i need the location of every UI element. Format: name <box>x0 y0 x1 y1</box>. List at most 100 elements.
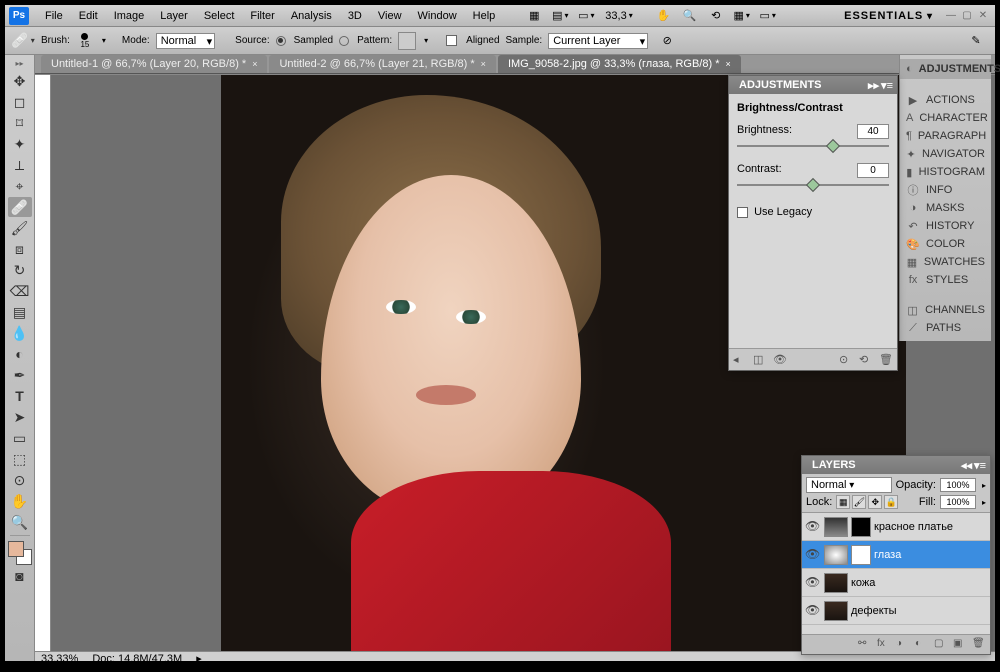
brightness-value[interactable]: 40 <box>857 124 889 139</box>
panel-info[interactable]: ⓘINFO <box>900 181 991 199</box>
workspace-switcher[interactable]: ESSENTIALS ▾ <box>834 8 943 24</box>
launch-bridge-icon[interactable]: ▦ <box>522 7 546 25</box>
panel-masks[interactable]: ◑MASKS <box>900 199 991 217</box>
fill-value[interactable]: 100% <box>940 495 976 509</box>
move-tool[interactable]: ✥ <box>8 71 32 91</box>
brightness-slider[interactable] <box>737 145 889 147</box>
mask-icon[interactable]: ◑ <box>896 638 910 652</box>
layer-mask[interactable] <box>851 545 871 565</box>
history-brush-tool[interactable]: ↻ <box>8 260 32 280</box>
doc-tab-3[interactable]: IMG_9058-2.jpg @ 33,3% (глаза, RGB/8) *× <box>498 55 741 73</box>
path-select-tool[interactable]: ➤ <box>8 407 32 427</box>
layer-row[interactable]: 👁 дефекты <box>802 597 990 625</box>
panel-adjustments-head[interactable]: ◐ADJUSTMENTS <box>900 59 991 79</box>
collapse-icon[interactable]: ▸▸ <box>868 79 879 92</box>
dodge-tool[interactable]: ◐ <box>8 344 32 364</box>
menu-select[interactable]: Select <box>196 7 243 25</box>
close-button[interactable]: ✕ <box>976 10 990 22</box>
menu-file[interactable]: File <box>37 7 71 25</box>
return-icon[interactable]: ◂ <box>733 353 747 367</box>
panel-history[interactable]: ↶HISTORY <box>900 217 991 235</box>
3d-camera-tool[interactable]: ⊙ <box>8 470 32 490</box>
gradient-tool[interactable]: ▤ <box>8 302 32 322</box>
lock-position-icon[interactable]: ✥ <box>868 495 882 509</box>
menu-image[interactable]: Image <box>106 7 153 25</box>
close-icon[interactable]: × <box>725 59 730 69</box>
panel-swatches[interactable]: ▦SWATCHES <box>900 253 991 271</box>
clip-icon[interactable]: ◫ <box>753 353 767 367</box>
trash-icon[interactable]: 🗑 <box>879 353 893 367</box>
blur-tool[interactable]: 💧 <box>8 323 32 343</box>
doc-tab-1[interactable]: Untitled-1 @ 66,7% (Layer 20, RGB/8) *× <box>41 55 267 73</box>
hand-tool[interactable]: ✋ <box>8 491 32 511</box>
quick-mask-icon[interactable]: ◙ <box>8 566 32 586</box>
layer-name[interactable]: дефекты <box>851 605 897 617</box>
status-zoom[interactable]: 33,33% <box>41 653 78 662</box>
prev-state-icon[interactable]: ⊙ <box>839 353 853 367</box>
fx-icon[interactable]: fx <box>877 638 891 652</box>
layer-name[interactable]: глаза <box>874 549 901 561</box>
foreground-color[interactable] <box>8 541 24 557</box>
menu-filter[interactable]: Filter <box>242 7 282 25</box>
layers-titlebar[interactable]: LAYERS ◂◂▾≡ <box>802 456 990 474</box>
lock-all-icon[interactable]: 🔒 <box>884 495 898 509</box>
brush-tool[interactable]: 🖌 <box>8 218 32 238</box>
panel-channels[interactable]: ◫CHANNELS <box>900 301 991 319</box>
collapse-icon[interactable]: ◂◂ <box>961 459 972 472</box>
screen-mode-icon[interactable]: ▭▾ <box>574 7 598 25</box>
current-tool-icon[interactable]: 🩹▾ <box>11 31 35 51</box>
panel-paths[interactable]: ⟋PATHS <box>900 319 991 337</box>
trash-icon[interactable]: 🗑 <box>972 638 986 652</box>
panel-character[interactable]: ACHARACTER <box>900 109 991 127</box>
pattern-radio[interactable] <box>339 36 349 46</box>
layer-row[interactable]: 👁 кожа <box>802 569 990 597</box>
zoom-tool-icon[interactable]: 🔍 <box>678 7 702 25</box>
reset-icon[interactable]: ⟲ <box>859 353 873 367</box>
sample-select[interactable]: Current Layer▾ <box>548 33 648 49</box>
status-arrow-icon[interactable]: ▸ <box>196 652 202 661</box>
color-swatches[interactable] <box>8 541 32 565</box>
brush-preset[interactable]: 15 <box>76 32 94 50</box>
layer-name[interactable]: красное платье <box>874 521 953 533</box>
menu-analysis[interactable]: Analysis <box>283 7 340 25</box>
adjustments-titlebar[interactable]: ADJUSTMENTS ▸▸▾≡ <box>729 76 897 94</box>
lock-transparency-icon[interactable]: ▦ <box>836 495 850 509</box>
arrange-docs-icon[interactable]: ▤▾ <box>548 7 572 25</box>
lock-pixels-icon[interactable]: 🖌 <box>852 495 866 509</box>
ignore-adj-icon[interactable]: ⊘ <box>655 32 679 50</box>
extras-icon[interactable]: ▭▾ <box>756 7 780 25</box>
panel-histogram[interactable]: ▮HISTOGRAM <box>900 163 991 181</box>
pattern-swatch[interactable] <box>398 32 416 50</box>
view-icon[interactable]: 👁 <box>773 353 787 367</box>
menu-3d[interactable]: 3D <box>340 7 370 25</box>
sampled-radio[interactable] <box>276 36 286 46</box>
tools-grip[interactable]: ▸▸ <box>15 59 23 68</box>
panel-styles[interactable]: fxSTYLES <box>900 271 991 289</box>
layer-thumb[interactable] <box>824 517 848 537</box>
contrast-slider[interactable] <box>737 184 889 186</box>
menu-icon[interactable]: ▾≡ <box>974 459 986 472</box>
close-icon[interactable]: × <box>481 59 486 69</box>
brush-dropdown-icon[interactable]: ▾ <box>102 36 106 45</box>
menu-help[interactable]: Help <box>465 7 504 25</box>
menu-layer[interactable]: Layer <box>152 7 196 25</box>
layer-row[interactable]: 👁 красное платье <box>802 513 990 541</box>
menu-view[interactable]: View <box>370 7 410 25</box>
tablet-pressure-icon[interactable]: ✎ <box>964 32 988 50</box>
contrast-value[interactable]: 0 <box>857 163 889 178</box>
link-icon[interactable]: ⚯ <box>858 638 872 652</box>
ps-logo[interactable]: Ps <box>9 7 29 25</box>
layer-thumb[interactable] <box>824 573 848 593</box>
layer-thumb[interactable] <box>824 601 848 621</box>
close-icon[interactable]: × <box>252 59 257 69</box>
doc-tab-2[interactable]: Untitled-2 @ 66,7% (Layer 21, RGB/8) *× <box>269 55 495 73</box>
zoom-level[interactable]: 33,3▾ <box>599 10 638 22</box>
crop-tool[interactable]: ⟂ <box>8 155 32 175</box>
arrange2-icon[interactable]: ▦▾ <box>730 7 754 25</box>
minimize-button[interactable]: — <box>944 10 958 22</box>
visibility-icon[interactable]: 👁 <box>805 575 821 591</box>
menu-edit[interactable]: Edit <box>71 7 106 25</box>
zoom-tool[interactable]: 🔍 <box>8 512 32 532</box>
marquee-tool[interactable]: ◻ <box>8 92 32 112</box>
mode-select[interactable]: Normal▾ <box>156 33 215 49</box>
